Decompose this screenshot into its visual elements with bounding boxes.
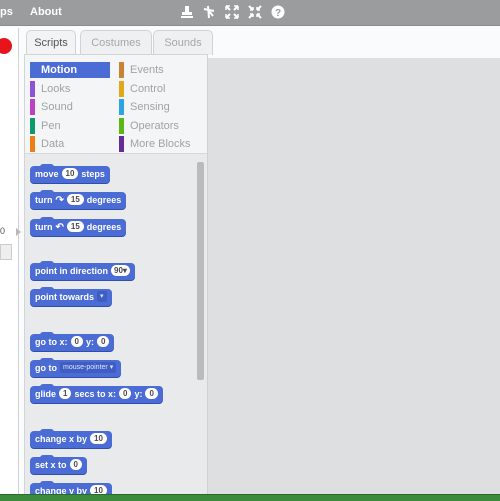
steps-input[interactable]: 10 bbox=[61, 168, 79, 180]
degrees-input[interactable]: 15 bbox=[66, 221, 84, 233]
x-input[interactable]: 0 bbox=[119, 388, 132, 400]
block-turn-left[interactable]: turn ↶ 15 degrees bbox=[30, 217, 127, 236]
block-list: move 10 steps turn ↷ 15 degrees turn ↶ 15 degree… bbox=[25, 153, 207, 500]
category-sound[interactable]: Sound bbox=[30, 99, 110, 115]
grow-icon[interactable] bbox=[225, 5, 239, 19]
category-color-bar bbox=[119, 136, 124, 152]
svg-text:?: ? bbox=[275, 8, 281, 19]
change-x-input[interactable]: 10 bbox=[90, 433, 107, 445]
x-input[interactable]: 0 bbox=[70, 336, 83, 348]
degrees-input[interactable]: 15 bbox=[66, 194, 84, 206]
block-turn-right[interactable]: turn ↷ 15 degrees bbox=[30, 190, 127, 209]
category-selector: Motion Looks Sound Pen Data Events Contr… bbox=[25, 55, 207, 154]
menu-item-about[interactable]: About bbox=[30, 6, 62, 18]
category-looks[interactable]: Looks bbox=[30, 81, 110, 97]
block-point-in-direction[interactable]: point in direction 90▾ bbox=[30, 261, 135, 280]
menu-bar: ps About ? bbox=[0, 0, 500, 26]
category-control[interactable]: Control bbox=[119, 81, 199, 97]
category-sensing[interactable]: Sensing bbox=[119, 99, 199, 115]
block-set-x[interactable]: set x to 0 bbox=[30, 455, 87, 474]
y-input[interactable]: 0 bbox=[96, 336, 110, 348]
category-operators[interactable]: Operators bbox=[119, 118, 199, 134]
category-color-bar bbox=[30, 136, 35, 152]
category-data[interactable]: Data bbox=[30, 136, 110, 152]
shrink-icon[interactable] bbox=[248, 5, 262, 19]
stamp-icon[interactable] bbox=[180, 5, 194, 19]
category-motion[interactable]: Motion bbox=[30, 62, 110, 78]
category-color-bar bbox=[119, 99, 124, 115]
sprite-panel bbox=[0, 56, 19, 216]
category-color-bar bbox=[30, 118, 35, 134]
category-color-bar bbox=[119, 62, 124, 78]
y-input[interactable]: 0 bbox=[145, 388, 158, 400]
tab-sounds[interactable]: Sounds bbox=[153, 30, 213, 55]
direction-dropdown[interactable]: 90▾ bbox=[111, 265, 130, 277]
go-to-target-dropdown[interactable]: mouse-pointer ▾ bbox=[60, 362, 117, 374]
rotate-clockwise-icon: ↷ bbox=[55, 195, 64, 207]
set-x-input[interactable]: 0 bbox=[69, 459, 82, 471]
rotate-counterclockwise-icon: ↶ bbox=[55, 222, 64, 234]
category-more-blocks[interactable]: More Blocks bbox=[119, 136, 203, 152]
menu-item-tips[interactable]: ps bbox=[0, 6, 13, 18]
tab-scripts[interactable]: Scripts bbox=[26, 30, 76, 56]
scripts-area[interactable] bbox=[207, 58, 500, 494]
palette-scrollbar[interactable] bbox=[197, 162, 204, 380]
block-move-steps[interactable]: move 10 steps bbox=[30, 164, 110, 183]
secs-input[interactable]: 1 bbox=[59, 388, 72, 400]
cut-icon[interactable] bbox=[202, 5, 216, 19]
help-icon[interactable]: ? bbox=[271, 5, 285, 19]
block-point-towards[interactable]: point towards ▾ bbox=[30, 287, 112, 306]
camera-icon[interactable] bbox=[0, 244, 12, 260]
block-change-x[interactable]: change x by 10 bbox=[30, 429, 112, 448]
block-glide[interactable]: glide 1 secs to x: 0 y: 0 bbox=[30, 384, 163, 403]
coordinate-readout: 0 bbox=[0, 226, 6, 236]
category-color-bar bbox=[119, 81, 124, 97]
tab-costumes[interactable]: Costumes bbox=[80, 30, 152, 55]
category-color-bar bbox=[30, 62, 35, 78]
category-color-bar bbox=[30, 81, 35, 97]
category-pen[interactable]: Pen bbox=[30, 118, 110, 134]
category-color-bar bbox=[119, 118, 124, 134]
block-go-to[interactable]: go to mouse-pointer ▾ bbox=[30, 358, 122, 377]
target-dropdown[interactable]: ▾ bbox=[97, 291, 107, 303]
blocks-palette: Motion Looks Sound Pen Data Events Contr… bbox=[24, 54, 208, 500]
expand-arrow-icon[interactable] bbox=[16, 228, 21, 236]
category-events[interactable]: Events bbox=[119, 62, 199, 78]
block-go-to-xy[interactable]: go to x: 0 y: 0 bbox=[30, 332, 115, 351]
category-color-bar bbox=[30, 99, 35, 115]
